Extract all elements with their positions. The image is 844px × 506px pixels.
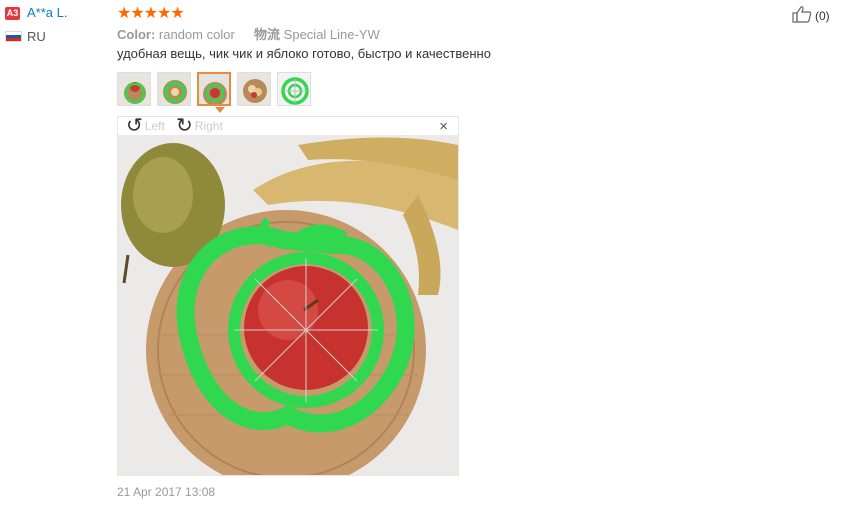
color-value: random color (158, 27, 235, 42)
reviewer-country: RU (27, 29, 46, 44)
rotate-right-label: Right (194, 119, 223, 133)
thumbs-up-icon (792, 5, 812, 26)
rotate-right-button[interactable]: ↻ Right (176, 115, 223, 137)
rotate-left-label: Left (144, 119, 165, 133)
active-thumbnail-indicator (215, 107, 225, 113)
close-icon[interactable]: × (439, 118, 448, 135)
helpful-button[interactable]: (0) (792, 5, 830, 26)
thumbnail-1[interactable] (117, 72, 151, 106)
viewer-toolbar: ↺ Left ↻ Right × (118, 115, 458, 137)
helpful-count: (0) (815, 8, 830, 23)
thumbnail-4[interactable] (237, 72, 271, 106)
rotate-left-button[interactable]: ↺ Left (126, 115, 165, 137)
review-photo (118, 135, 458, 475)
country-flag-icon (5, 31, 22, 42)
review-date: 21 Apr 2017 13:08 (117, 485, 216, 499)
thumbnail-5[interactable] (277, 72, 311, 106)
color-label: Color: (117, 27, 156, 42)
order-info: Color: random color 物流 Special Line-YW (117, 24, 380, 43)
rotate-right-icon: ↻ (176, 115, 193, 137)
review-text: удобная вещь, чик чик и яблоко готово, б… (117, 46, 491, 61)
reviewer-name[interactable]: A**a L. (27, 5, 67, 20)
reviewer-level-badge: A3 (5, 7, 20, 20)
star-rating: ★★★★★ (117, 5, 185, 22)
shipping-value: Special Line-YW (283, 27, 380, 42)
photo-thumbnails (117, 72, 311, 106)
thumbnail-3[interactable] (197, 72, 231, 106)
photo-viewer: ↺ Left ↻ Right × (117, 116, 459, 476)
rotate-left-icon: ↺ (126, 115, 143, 137)
shipping-label: 物流 (254, 27, 281, 42)
thumbnail-2[interactable] (157, 72, 191, 106)
